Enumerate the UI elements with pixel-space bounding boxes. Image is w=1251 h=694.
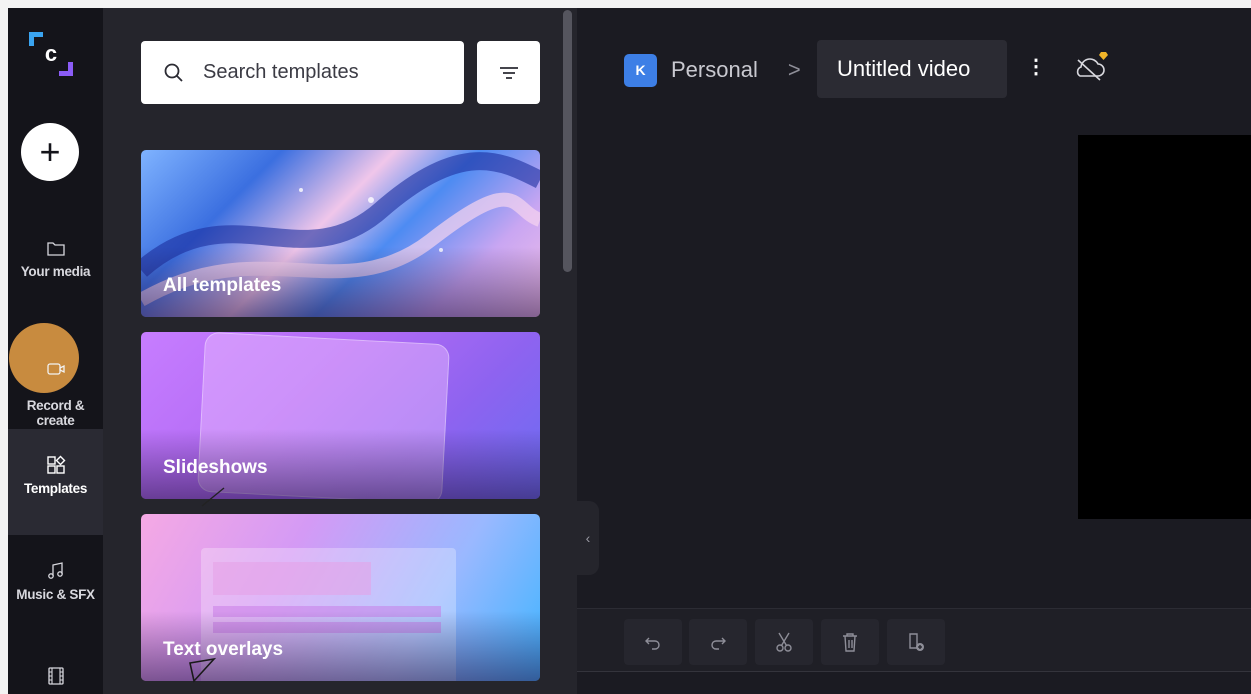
sidebar-item-label: Record & create: [26, 398, 85, 428]
duplicate-button[interactable]: [887, 619, 945, 665]
film-icon: [47, 667, 64, 685]
sidebar-item-templates[interactable]: Templates: [8, 429, 103, 535]
undo-icon: [645, 637, 660, 650]
panel-scrollbar[interactable]: [563, 10, 572, 272]
trash-icon: [843, 633, 857, 652]
redo-button[interactable]: [689, 619, 747, 665]
filter-button[interactable]: [477, 41, 540, 104]
left-rail: c + Your media Record & create Templates…: [8, 8, 103, 694]
sidebar-item-your-media[interactable]: Your media: [8, 238, 103, 308]
app-window: c + Your media Record & create Templates…: [8, 8, 1251, 694]
sidebar-item-record-create[interactable]: Record & create: [8, 345, 103, 428]
sidebar-item-label: Music & SFX: [16, 587, 95, 602]
template-card-label: Text overlays: [163, 639, 284, 660]
chevron-left-icon: ‹: [585, 530, 591, 546]
timeline-toolbar: [577, 608, 1251, 672]
plus-icon: +: [39, 131, 61, 172]
chevron-right-icon: >: [787, 57, 801, 82]
text-overlay-preview-line: [213, 562, 371, 595]
folder-icon: [46, 242, 65, 256]
workspace-name[interactable]: Personal: [671, 57, 758, 83]
template-card-slideshows[interactable]: Slideshows: [141, 332, 540, 499]
video-title-field[interactable]: Untitled video: [817, 40, 1007, 98]
templates-panel: Search templates All templates Slideshow…: [103, 8, 577, 694]
template-card-label: Slideshows: [163, 457, 268, 478]
undo-button[interactable]: [624, 619, 682, 665]
filter-icon: [499, 66, 518, 79]
video-preview-canvas[interactable]: [1078, 135, 1251, 519]
template-card-label: All templates: [163, 275, 282, 296]
search-placeholder: Search templates: [203, 61, 359, 83]
split-button[interactable]: [755, 619, 813, 665]
template-card-all-templates[interactable]: All templates: [141, 150, 540, 317]
timeline-divider: [577, 671, 1251, 672]
duplicate-icon: [909, 633, 924, 651]
breadcrumb: K Personal >: [624, 40, 801, 100]
clipchamp-logo[interactable]: c: [25, 28, 77, 80]
templates-icon: [46, 455, 65, 474]
video-camera-icon: [46, 363, 65, 375]
sidebar-item-music-sfx[interactable]: Music & SFX: [8, 561, 103, 631]
sidebar-item-label: Your media: [20, 264, 91, 279]
collapse-panel-button[interactable]: ‹: [577, 501, 599, 575]
search-icon: [164, 63, 183, 82]
more-options-icon[interactable]: ⋮: [1026, 54, 1046, 84]
search-input[interactable]: Search templates: [141, 41, 464, 104]
create-new-button[interactable]: +: [21, 123, 79, 181]
workspace-avatar[interactable]: K: [624, 53, 657, 87]
sidebar-item-video[interactable]: [8, 666, 103, 694]
sidebar-item-label: Templates: [23, 481, 88, 496]
redo-icon: [711, 637, 726, 650]
svg-text:c: c: [45, 41, 57, 66]
cursor-arrow-icon: [201, 487, 225, 507]
cursor-arrow-icon: [189, 657, 216, 683]
delete-button[interactable]: [821, 619, 879, 665]
scissors-icon: [776, 632, 792, 652]
music-note-icon: [47, 562, 63, 579]
cloud-off-premium-icon[interactable]: [1070, 48, 1110, 88]
